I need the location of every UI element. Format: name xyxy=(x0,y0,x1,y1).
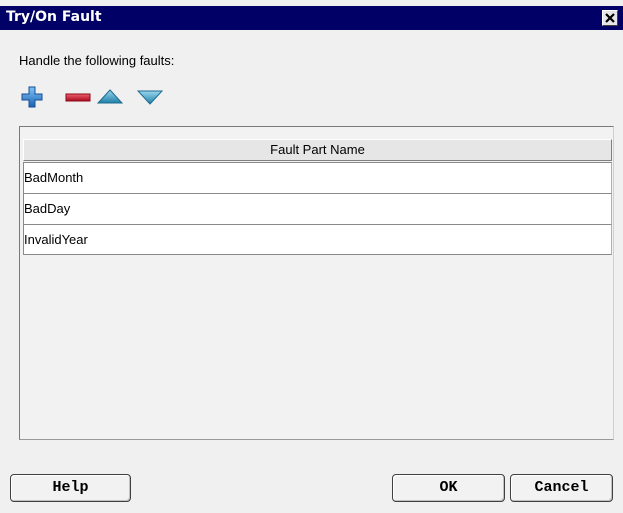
table-row[interactable]: BadMonth xyxy=(23,162,612,193)
ok-button[interactable]: OK xyxy=(392,474,505,502)
dialog-title: Try/On Fault xyxy=(6,9,102,25)
instruction-label: Handle the following faults: xyxy=(19,53,175,68)
move-down-icon xyxy=(136,90,164,105)
close-icon xyxy=(605,13,615,23)
cancel-button[interactable]: Cancel xyxy=(510,474,613,502)
column-header-fault-part-name[interactable]: Fault Part Name xyxy=(23,139,612,161)
move-up-icon xyxy=(96,89,124,104)
table-row[interactable]: InvalidYear xyxy=(23,224,612,255)
try-on-fault-dialog: Try/On Fault Handle the following faults… xyxy=(0,0,623,513)
remove-fault-button[interactable] xyxy=(65,86,91,108)
add-fault-button[interactable] xyxy=(21,86,43,108)
faults-table: Fault Part Name BadMonth BadDay InvalidY… xyxy=(19,126,614,440)
remove-icon xyxy=(65,93,91,102)
title-bar[interactable]: Try/On Fault xyxy=(0,6,623,30)
close-button[interactable] xyxy=(602,10,618,26)
move-down-button[interactable] xyxy=(136,86,164,108)
move-up-button[interactable] xyxy=(96,86,124,108)
add-icon xyxy=(21,86,43,108)
table-row[interactable]: BadDay xyxy=(23,193,612,224)
help-button[interactable]: Help xyxy=(10,474,131,502)
